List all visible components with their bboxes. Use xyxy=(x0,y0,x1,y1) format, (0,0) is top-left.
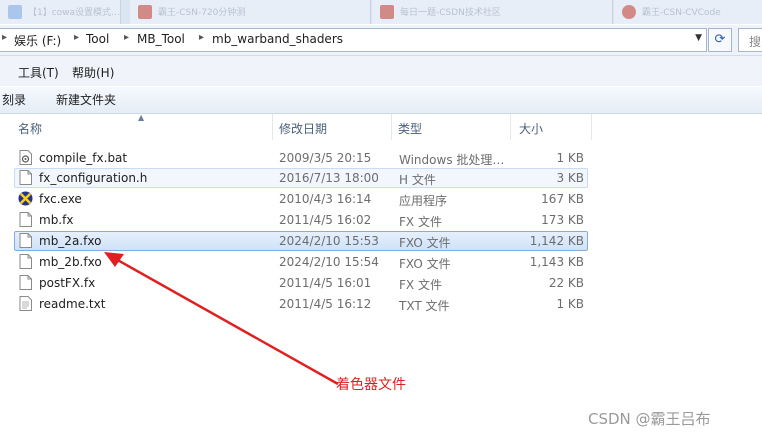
column-date-label: 修改日期 xyxy=(279,122,328,136)
breadcrumb-mb-warband-shaders[interactable]: mb_warband_shaders xyxy=(212,32,343,46)
file-name: postFX.fx xyxy=(39,276,96,290)
column-date[interactable]: 修改日期 xyxy=(273,114,392,140)
column-name[interactable]: ▲ 名称 xyxy=(0,113,273,140)
text-file-icon xyxy=(19,296,32,311)
breadcrumb[interactable]: ▸ 娱乐 (F:) ▸ Tool ▸ MB_Tool ▸ mb_warband_… xyxy=(0,28,707,52)
watermark: CSDN @霸王吕布 xyxy=(588,410,711,428)
column-type-label: 类型 xyxy=(398,122,423,136)
file-name: fx_configuration.h xyxy=(39,171,148,185)
tab-label: 霸王-CSN-CVCode xyxy=(642,8,721,18)
file-icon xyxy=(19,170,32,185)
batch-file-icon xyxy=(19,150,32,165)
file-row[interactable]: fx_configuration.h 2016/7/13 18:00 H 文件 … xyxy=(14,168,588,188)
tab-label: 【1】cowa设置模式… xyxy=(28,8,121,18)
file-name: readme.txt xyxy=(39,297,106,311)
file-name: mb_2a.fxo xyxy=(39,234,102,248)
file-row[interactable]: compile_fx.bat 2009/3/5 20:15 Windows 批处… xyxy=(14,148,588,168)
file-type: Windows 批处理… xyxy=(399,153,505,167)
breadcrumb-mb-tool[interactable]: MB_Tool xyxy=(137,32,185,46)
column-header-row: ▲ 名称 修改日期 类型 大小 xyxy=(0,113,762,140)
file-name: mb_2b.fxo xyxy=(39,255,102,269)
refresh-icon: ⟳ xyxy=(714,32,726,47)
browser-tab-2[interactable]: 霸王-CSN-720分钟测 xyxy=(130,0,371,24)
file-row[interactable]: postFX.fx 2011/4/5 16:01 FX 文件 22 KB xyxy=(14,273,588,293)
sort-ascending-icon: ▲ xyxy=(138,113,145,122)
chevron-right-icon[interactable]: ▸ xyxy=(74,32,79,43)
search-placeholder: 搜 xyxy=(749,35,762,49)
file-type: H 文件 xyxy=(399,173,436,187)
file-date: 2024/2/10 15:53 xyxy=(279,234,379,248)
breadcrumb-tool[interactable]: Tool xyxy=(86,32,109,46)
tab-favicon-icon xyxy=(138,5,152,19)
new-folder-button[interactable]: 新建文件夹 xyxy=(56,91,116,108)
file-name: mb.fx xyxy=(39,213,74,227)
file-size: 1 KB xyxy=(556,297,584,311)
browser-tab-4[interactable]: 霸王-CSN-CVCode xyxy=(614,0,762,24)
column-size[interactable]: 大小 xyxy=(511,114,592,140)
search-input[interactable]: 搜 xyxy=(738,28,762,52)
file-size: 1,142 KB xyxy=(529,234,584,248)
address-dropdown-icon[interactable]: ▼ xyxy=(695,33,702,43)
file-name: compile_fx.bat xyxy=(39,151,128,165)
file-size: 167 KB xyxy=(541,192,584,206)
file-date: 2011/4/5 16:12 xyxy=(279,297,372,311)
file-row[interactable]: readme.txt 2011/4/5 16:12 TXT 文件 1 KB xyxy=(14,294,588,314)
chevron-right-icon[interactable]: ▸ xyxy=(124,32,129,43)
column-name-label: 名称 xyxy=(18,122,43,136)
file-size: 3 KB xyxy=(556,171,584,185)
address-bar: ▸ 娱乐 (F:) ▸ Tool ▸ MB_Tool ▸ mb_warband_… xyxy=(0,25,762,56)
menu-tools[interactable]: 工具(T) xyxy=(18,64,59,81)
file-icon xyxy=(19,212,32,227)
refresh-button[interactable]: ⟳ xyxy=(708,28,732,52)
menu-bar: 工具(T) 帮助(H) xyxy=(0,56,762,86)
file-type: TXT 文件 xyxy=(399,299,450,313)
file-date: 2011/4/5 16:01 xyxy=(279,276,372,290)
file-type: 应用程序 xyxy=(399,194,448,208)
file-type: FX 文件 xyxy=(399,215,442,229)
tab-label: 霸王-CSN-720分钟测 xyxy=(158,8,246,18)
column-type[interactable]: 类型 xyxy=(392,114,511,140)
browser-tab-3[interactable]: 每日一题-CSDN技术社区 xyxy=(372,0,613,24)
file-size: 1 KB xyxy=(556,151,584,165)
annotation-label: 着色器文件 xyxy=(336,377,406,393)
file-icon xyxy=(19,254,32,269)
chevron-right-icon[interactable]: ▸ xyxy=(2,32,7,43)
file-icon xyxy=(19,275,32,290)
burn-button[interactable]: 刻录 xyxy=(2,91,26,108)
tab-label: 每日一题-CSDN技术社区 xyxy=(400,8,501,18)
tab-favicon-icon xyxy=(8,5,22,19)
file-size: 173 KB xyxy=(541,213,584,227)
file-row-selected[interactable]: mb_2a.fxo 2024/2/10 15:53 FXO 文件 1,142 K… xyxy=(14,231,588,251)
file-name: fxc.exe xyxy=(39,192,82,206)
exe-icon xyxy=(18,191,33,206)
file-row[interactable]: fxc.exe 2010/4/3 16:14 应用程序 167 KB xyxy=(14,189,588,209)
tab-favicon-icon xyxy=(622,5,636,19)
browser-tab-1[interactable]: 【1】cowa设置模式… xyxy=(0,0,121,24)
browser-tab-strip: 【1】cowa设置模式… 霸王-CSN-720分钟测 每日一题-CSDN技术社区… xyxy=(0,0,762,24)
file-type: FXO 文件 xyxy=(399,236,451,250)
file-icon xyxy=(19,233,32,248)
tab-favicon-icon xyxy=(380,5,394,19)
command-toolbar: 刻录 新建文件夹 xyxy=(0,87,762,114)
file-date: 2010/4/3 16:14 xyxy=(279,192,372,206)
file-date: 2024/2/10 15:54 xyxy=(279,255,379,269)
file-type: FX 文件 xyxy=(399,278,442,292)
file-date: 2016/7/13 18:00 xyxy=(279,171,379,185)
menu-help[interactable]: 帮助(H) xyxy=(72,64,114,81)
file-type: FXO 文件 xyxy=(399,257,451,271)
file-row[interactable]: mb.fx 2011/4/5 16:02 FX 文件 173 KB xyxy=(14,210,588,230)
file-size: 22 KB xyxy=(548,276,584,290)
file-size: 1,143 KB xyxy=(529,255,584,269)
chevron-right-icon[interactable]: ▸ xyxy=(199,32,204,43)
file-date: 2011/4/5 16:02 xyxy=(279,213,372,227)
breadcrumb-drive[interactable]: 娱乐 (F:) xyxy=(14,32,61,49)
column-size-label: 大小 xyxy=(519,122,544,136)
file-row[interactable]: mb_2b.fxo 2024/2/10 15:54 FXO 文件 1,143 K… xyxy=(14,252,588,272)
file-date: 2009/3/5 20:15 xyxy=(279,151,372,165)
